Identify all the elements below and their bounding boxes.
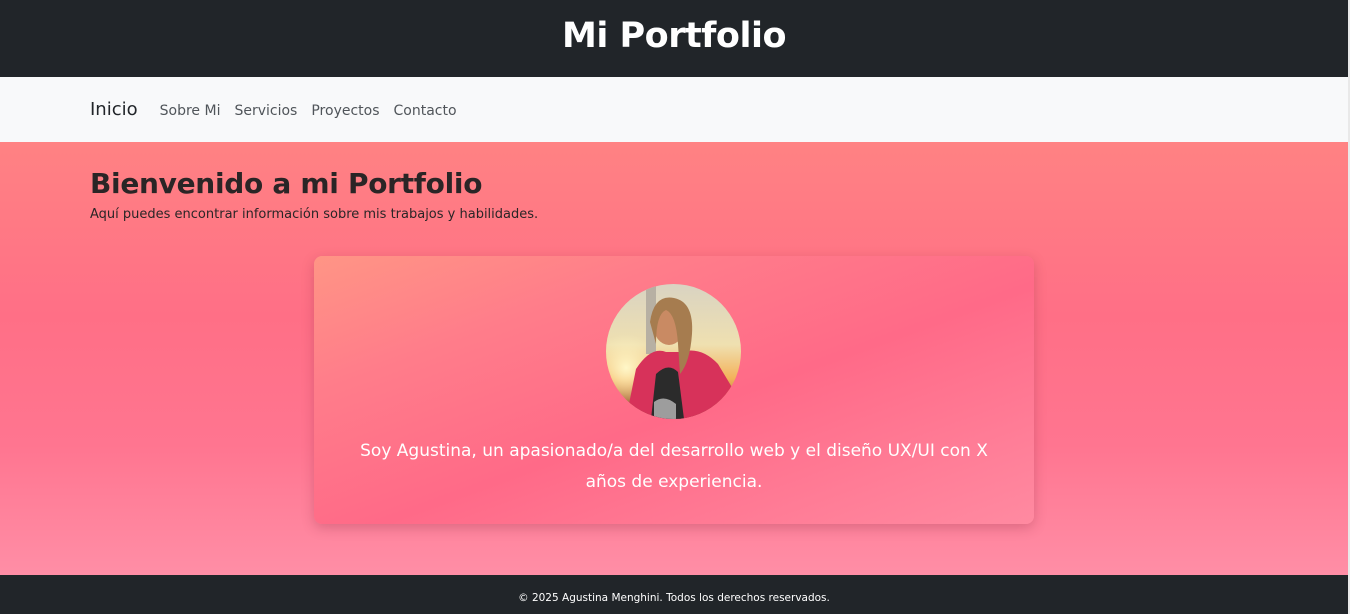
nav-link-proyectos[interactable]: Proyectos [311,103,379,119]
page: Mi Portfolio Inicio Sobre Mi Servicios P… [0,0,1348,614]
nav-link-servicios[interactable]: Servicios [234,103,297,119]
site-title: Mi Portfolio [561,16,787,56]
nav-link-contacto[interactable]: Contacto [394,103,457,119]
hero-title: Bienvenido a mi Portfolio [90,167,483,200]
about-card: Soy Agustina, un apasionado/a del desarr… [314,256,1034,524]
site-header: Mi Portfolio [0,0,1348,77]
site-footer: © 2025 Agustina Menghini. Todos los dere… [0,575,1348,614]
about-text: Soy Agustina, un apasionado/a del desarr… [360,441,988,492]
hero-section: Bienvenido a mi Portfolio Aquí puedes en… [0,142,1348,575]
nav-brand-inicio[interactable]: Inicio [90,99,138,120]
navbar-inner: Inicio Sobre Mi Servicios Proyectos Cont… [90,99,471,120]
footer-copyright: © 2025 Agustina Menghini. Todos los dere… [518,591,830,604]
profile-photo [606,284,741,419]
nav-links: Sobre Mi Servicios Proyectos Contacto [160,100,471,119]
navbar: Inicio Sobre Mi Servicios Proyectos Cont… [0,77,1348,142]
hero-subtitle: Aquí puedes encontrar información sobre … [90,207,539,222]
nav-link-sobre-mi[interactable]: Sobre Mi [160,103,221,119]
